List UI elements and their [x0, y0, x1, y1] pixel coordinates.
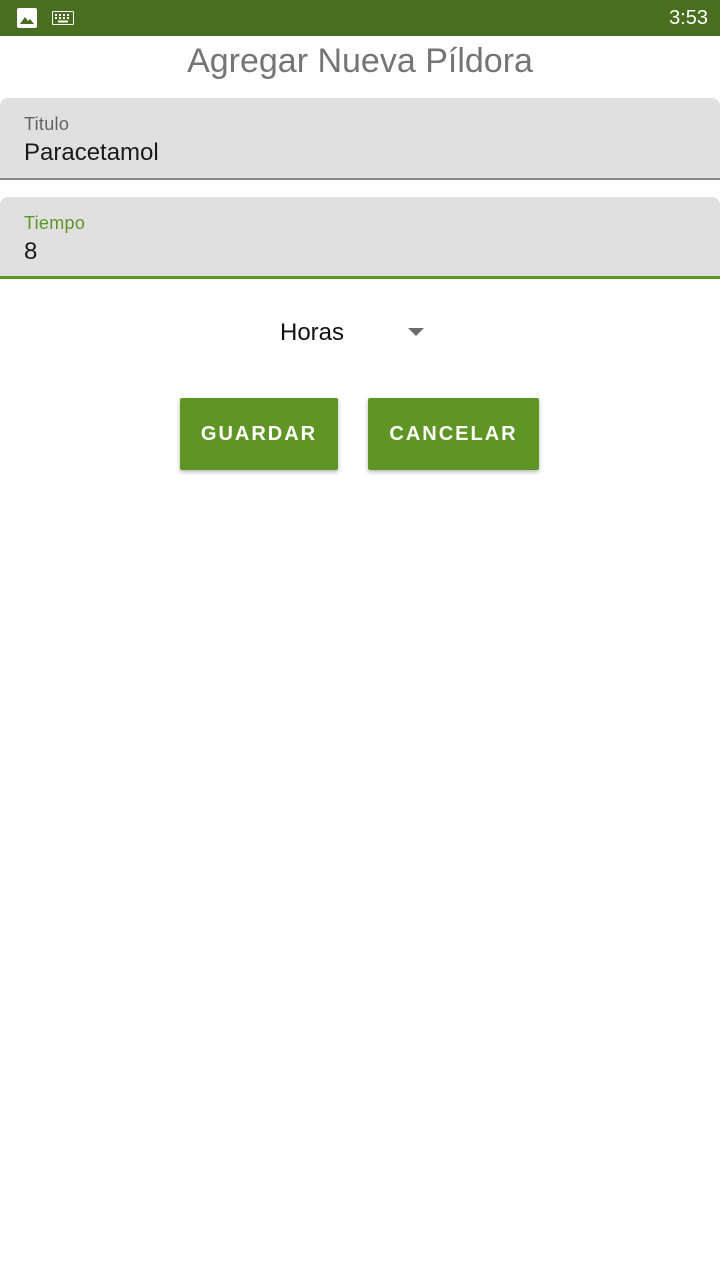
cancel-button[interactable]: CANCELAR [368, 398, 539, 470]
tiempo-input[interactable]: 8 [24, 237, 37, 267]
titulo-input[interactable]: Paracetamol [24, 138, 159, 168]
titulo-label: Titulo [24, 114, 70, 134]
unit-select[interactable]: Horas [270, 310, 440, 356]
status-time: 3:53 [669, 7, 708, 29]
titulo-field[interactable]: Titulo Paracetamol [0, 98, 720, 180]
unit-select-value: Horas [280, 319, 345, 346]
page-title: Agregar Nueva Píldora [187, 42, 533, 80]
tiempo-label: Tiempo [24, 213, 86, 233]
save-button[interactable]: GUARDAR [180, 398, 338, 470]
tiempo-field[interactable]: Tiempo 8 [0, 197, 720, 279]
keyboard-icon [52, 11, 74, 25]
image-icon [16, 7, 38, 29]
dropdown-arrow-icon[interactable] [408, 328, 424, 336]
status-bar: 3:53 [0, 0, 720, 36]
